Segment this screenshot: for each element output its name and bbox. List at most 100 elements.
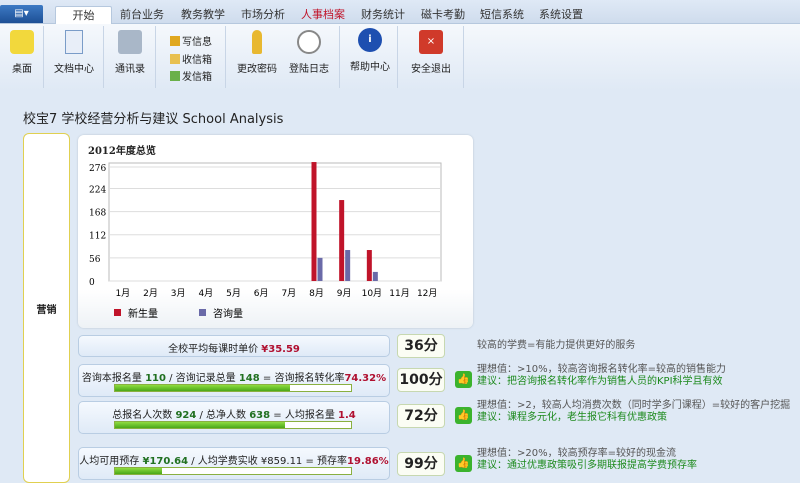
- outbox-icon: [170, 70, 180, 81]
- section-label: 营销: [23, 133, 70, 483]
- inbox-label: 收信箱: [182, 55, 212, 66]
- tab-5[interactable]: 财务统计: [354, 6, 412, 24]
- tab-0[interactable]: 开始: [55, 6, 112, 24]
- bar-new-9: [339, 200, 345, 281]
- metric-note: 理想值：>2，较高人均消费次数（同时学多门课程）=较好的客户挖掘 建议：课程多元化…: [477, 400, 790, 424]
- metric-row: 全校平均每课时单价 ¥35.59: [78, 335, 390, 357]
- metric-part: ¥35.59: [261, 344, 300, 355]
- metric-row: 咨询本报名量 110 / 咨询记录总量 148 = 咨询报名转化率74.32%: [78, 364, 390, 397]
- x-tick-label: 7月: [281, 288, 296, 299]
- x-tick-label: 8月: [309, 288, 324, 299]
- inbox-button[interactable]: 收信箱: [170, 51, 212, 66]
- y-tick-label: 168: [89, 209, 106, 219]
- docs-label: 文档中心: [54, 64, 94, 75]
- metric-part: 74.32%: [344, 373, 387, 384]
- y-tick-label: 0: [89, 278, 95, 288]
- close-icon: ×: [419, 30, 443, 54]
- change-password-button[interactable]: 更改密码: [234, 30, 280, 75]
- metric-part: 总报名人次数: [112, 410, 176, 421]
- x-tick-label: 10月: [362, 288, 382, 299]
- menu-icon: ▤▾: [14, 8, 29, 19]
- metric-part: = 人均报名量: [270, 410, 339, 421]
- x-tick-label: 5月: [226, 288, 241, 299]
- bar-new-10: [366, 250, 372, 281]
- contacts-label: 通讯录: [115, 64, 145, 75]
- score-badge: 36分: [397, 334, 445, 358]
- progress-bar: [114, 467, 352, 475]
- tab-3[interactable]: 市场分析: [234, 6, 292, 24]
- metric-part: / 咨询记录总量: [165, 373, 239, 384]
- password-label: 更改密码: [237, 64, 277, 75]
- tab-6[interactable]: 磁卡考勤: [414, 6, 472, 24]
- pencil-icon: [170, 35, 180, 46]
- write-message-button[interactable]: 写信息: [170, 33, 212, 48]
- metric-part: 全校平均每课时单价: [168, 344, 262, 355]
- metric-part: = 咨询报名转化率: [259, 373, 345, 384]
- metric-row: 人均可用预存 ¥170.64 / 人均学费实收 ¥859.11 = 预存率19.…: [78, 447, 390, 480]
- write-label: 写信息: [182, 37, 212, 48]
- document-icon: [65, 30, 83, 54]
- tab-8[interactable]: 系统设置: [532, 6, 590, 24]
- metric-row: 总报名人次数 924 / 总净人数 638 = 人均报名量 1.4: [78, 401, 390, 434]
- logout-button[interactable]: × 安全退出: [408, 30, 454, 75]
- x-tick-label: 11月: [389, 288, 409, 299]
- legend-swatch: [199, 309, 206, 316]
- metric-note: 理想值：>10%，较高咨询报名转化率=较高的销售能力 建议：把咨询报名转化率作为销…: [477, 364, 726, 388]
- metric-part: 638: [249, 410, 271, 421]
- y-tick-label: 56: [89, 255, 101, 265]
- tab-4[interactable]: 人事档案: [294, 6, 352, 24]
- y-tick-label: 224: [89, 185, 106, 195]
- bar-consult-10: [372, 271, 378, 281]
- thumbs-up-icon: 👍: [455, 407, 472, 424]
- x-tick-label: 9月: [337, 288, 352, 299]
- metric-part: 19.86%: [347, 456, 389, 467]
- ideal-tip: 理想值：>20%，较高预存率=较好的现金流: [477, 448, 676, 459]
- contacts-button[interactable]: 通讯录: [110, 30, 150, 75]
- logout-label: 安全退出: [411, 64, 451, 75]
- suggestion: 建议：把咨询报名转化率作为销售人员的KPI科学且有效: [477, 376, 723, 387]
- x-tick-label: 1月: [115, 288, 130, 299]
- ideal-tip: 较高的学费=有能力提供更好的服务: [477, 340, 636, 351]
- desktop-button[interactable]: 桌面: [8, 30, 36, 75]
- inbox-icon: [170, 53, 180, 64]
- tab-2[interactable]: 教务教学: [174, 6, 232, 24]
- ideal-tip: 理想值：>10%，较高咨询报名转化率=较高的销售能力: [477, 364, 726, 375]
- metric-part: 148: [238, 373, 260, 384]
- metric-formula: 咨询本报名量 110 / 咨询记录总量 148 = 咨询报名转化率74.32%: [79, 369, 389, 384]
- bar-consult-9: [345, 250, 351, 281]
- outbox-button[interactable]: 发信箱: [170, 68, 212, 83]
- bar-chart: 0 56 112 168 224 276 1月 2月 3月 4月 5月 6月 7月 8月 9月 10月 11月 1…: [89, 162, 442, 320]
- thumbs-up-icon: 👍: [455, 455, 472, 472]
- metric-part: ¥170.64: [142, 456, 189, 467]
- legend-label: 咨询量: [213, 307, 243, 320]
- contacts-icon: [118, 30, 142, 54]
- score-badge: 72分: [397, 404, 445, 428]
- metric-part: 人均可用预存: [79, 456, 143, 467]
- legend-label: 新生量: [128, 307, 158, 320]
- x-tick-label: 6月: [254, 288, 269, 299]
- x-tick-label: 4月: [198, 288, 213, 299]
- docs-button[interactable]: 文档中心: [48, 30, 100, 75]
- score-badge: 100分: [397, 368, 445, 392]
- x-tick-label: 12月: [417, 288, 437, 299]
- legend-swatch: [114, 309, 121, 316]
- outbox-label: 发信箱: [182, 72, 212, 83]
- x-tick-label: 2月: [143, 288, 158, 299]
- app-menu-button[interactable]: ▤▾: [0, 5, 43, 23]
- login-log-button[interactable]: 登陆日志: [286, 30, 332, 75]
- thumbs-up-icon: 👍: [455, 371, 472, 388]
- clock-icon: [297, 30, 321, 54]
- x-tick-label: 3月: [171, 288, 186, 299]
- tab-7[interactable]: 短信系统: [474, 6, 530, 24]
- key-icon: [252, 30, 262, 54]
- ideal-tip: 理想值：>2，较高人均消费次数（同时学多门课程）=较好的客户挖掘: [477, 400, 791, 411]
- metric-formula: 全校平均每课时单价 ¥35.59: [79, 340, 389, 355]
- progress-fill: [115, 422, 285, 428]
- score-badge: 99分: [397, 452, 445, 476]
- progress-fill: [115, 385, 291, 391]
- tab-1[interactable]: 前台业务: [112, 6, 172, 24]
- metric-part: / 总净人数: [196, 410, 250, 421]
- desktop-label: 桌面: [12, 64, 32, 75]
- help-button[interactable]: i 帮助中心: [347, 28, 393, 73]
- metric-note: 理想值：>20%，较高预存率=较好的现金流 建议：通过优惠政策吸引多期联报提高学费…: [477, 448, 697, 472]
